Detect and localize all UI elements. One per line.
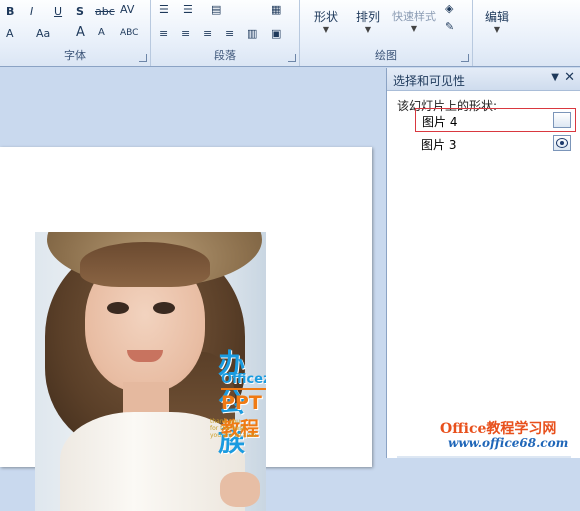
photo-hand — [220, 472, 260, 507]
editing-label: 编辑 — [484, 10, 509, 24]
editing-group: 编辑 ▼ — [473, 0, 521, 66]
chevron-down-icon: ▼ — [322, 25, 330, 34]
site-name-watermark: Office教程学习网 — [440, 421, 557, 437]
align-right-button[interactable]: ≡ — [203, 27, 212, 40]
center-button[interactable]: ≡ — [181, 27, 190, 40]
pane-header: 选择和可见性 ▼ ✕ — [387, 68, 580, 91]
shape-name: 图片 4 — [422, 115, 458, 129]
strikethrough-button[interactable]: abc — [95, 5, 115, 18]
selection-pane: 选择和可见性 ▼ ✕ 该幻灯片上的形状: 图片 4 图片 3 — [386, 68, 580, 458]
editing-button[interactable]: 编辑 ▼ — [477, 8, 517, 34]
arrange-label: 排列 — [355, 10, 380, 24]
clear-formatting-button[interactable]: ABC — [120, 28, 138, 38]
chevron-down-icon: ▼ — [410, 24, 418, 33]
watermark-small-line: you are so cute — [210, 432, 257, 439]
distributed-button[interactable]: ▥ — [247, 27, 257, 40]
columns-button[interactable]: ▦ — [271, 3, 281, 16]
drawing-dialog-launcher[interactable] — [461, 54, 469, 62]
bold-button[interactable]: B — [6, 5, 14, 18]
watermark-url: Officezu.com — [221, 372, 266, 387]
font-group-label: 字体 — [64, 49, 86, 62]
font-color-button[interactable]: A — [6, 27, 14, 40]
smartart-button[interactable]: ▣ — [271, 27, 281, 40]
pane-title: 选择和可见性 — [393, 74, 466, 88]
photo-bangs — [80, 242, 210, 287]
shape-name: 图片 3 — [421, 138, 457, 152]
girl-photo[interactable]: 办公族 Officezu.com PPT教程 thank you for the… — [35, 232, 266, 511]
drawing-group-label: 绘图 — [375, 49, 397, 62]
italic-button[interactable]: I — [30, 5, 33, 18]
watermark-small-line: for the best — [210, 425, 245, 432]
slide-canvas[interactable]: 办公族 Officezu.com PPT教程 thank you for the… — [0, 147, 372, 511]
eye-icon — [556, 138, 568, 148]
justify-button[interactable]: ≡ — [225, 27, 234, 40]
photo-eye-right — [153, 302, 175, 314]
change-case-button[interactable]: Aa — [36, 27, 50, 40]
watermark-divider — [221, 388, 266, 390]
shape-row-picture-3[interactable]: 图片 3 — [415, 132, 575, 154]
paragraph-group-label: 段落 — [214, 49, 236, 62]
chevron-down-icon: ▼ — [493, 25, 501, 34]
shapes-label: 形状 — [313, 10, 338, 24]
line-spacing-button[interactable]: ▤ — [211, 3, 221, 16]
underline-button[interactable]: U — [54, 5, 62, 18]
character-spacing-button[interactable]: AV — [120, 3, 134, 16]
quick-styles-label: 快速样式 — [392, 10, 436, 23]
paragraph-dialog-launcher[interactable] — [288, 54, 296, 62]
visibility-toggle-icon[interactable] — [553, 112, 571, 128]
shapes-button[interactable]: 形状 ▼ — [306, 8, 346, 34]
visibility-toggle-button[interactable] — [553, 135, 571, 151]
shadow-button[interactable]: S — [76, 5, 84, 18]
shape-outline-button[interactable]: ✎ — [445, 20, 454, 33]
increase-indent-button[interactable]: ☰ — [183, 3, 193, 16]
site-url-watermark: www.office68.com — [448, 436, 569, 450]
watermark-small-line: thank you — [210, 418, 241, 425]
quick-styles-button[interactable]: 快速样式 ▼ — [388, 8, 440, 33]
grow-font-button[interactable]: A — [76, 25, 85, 40]
shape-row-picture-4[interactable]: 图片 4 — [415, 108, 576, 132]
ribbon: B I U S abc AV A Aa A A ABC 字体 ☰ ☰ ▤ ▦ ≡… — [0, 0, 580, 67]
paragraph-group: ☰ ☰ ▤ ▦ ≡ ≡ ≡ ≡ ▥ ▣ 段落 — [151, 0, 300, 66]
slide-workspace: 办公族 Officezu.com PPT教程 thank you for the… — [0, 67, 386, 511]
font-group: B I U S abc AV A Aa A A ABC 字体 — [0, 0, 151, 66]
photo-eye-left — [107, 302, 129, 314]
shrink-font-button[interactable]: A — [98, 27, 105, 38]
font-dialog-launcher[interactable] — [139, 54, 147, 62]
pane-menu-icon[interactable]: ▼ — [551, 72, 559, 83]
watermark-small-text: thank you for the best you are so cute — [210, 418, 256, 439]
arrange-button[interactable]: 排列 ▼ — [348, 8, 388, 34]
drawing-group: 形状 ▼ 排列 ▼ 快速样式 ▼ ◈ ✎ 绘图 — [300, 0, 473, 66]
align-left-button[interactable]: ≡ — [159, 27, 168, 40]
close-icon[interactable]: ✕ — [564, 70, 575, 85]
shape-fill-button[interactable]: ◈ — [445, 2, 453, 15]
chevron-down-icon: ▼ — [364, 25, 372, 34]
decrease-indent-button[interactable]: ☰ — [159, 3, 169, 16]
